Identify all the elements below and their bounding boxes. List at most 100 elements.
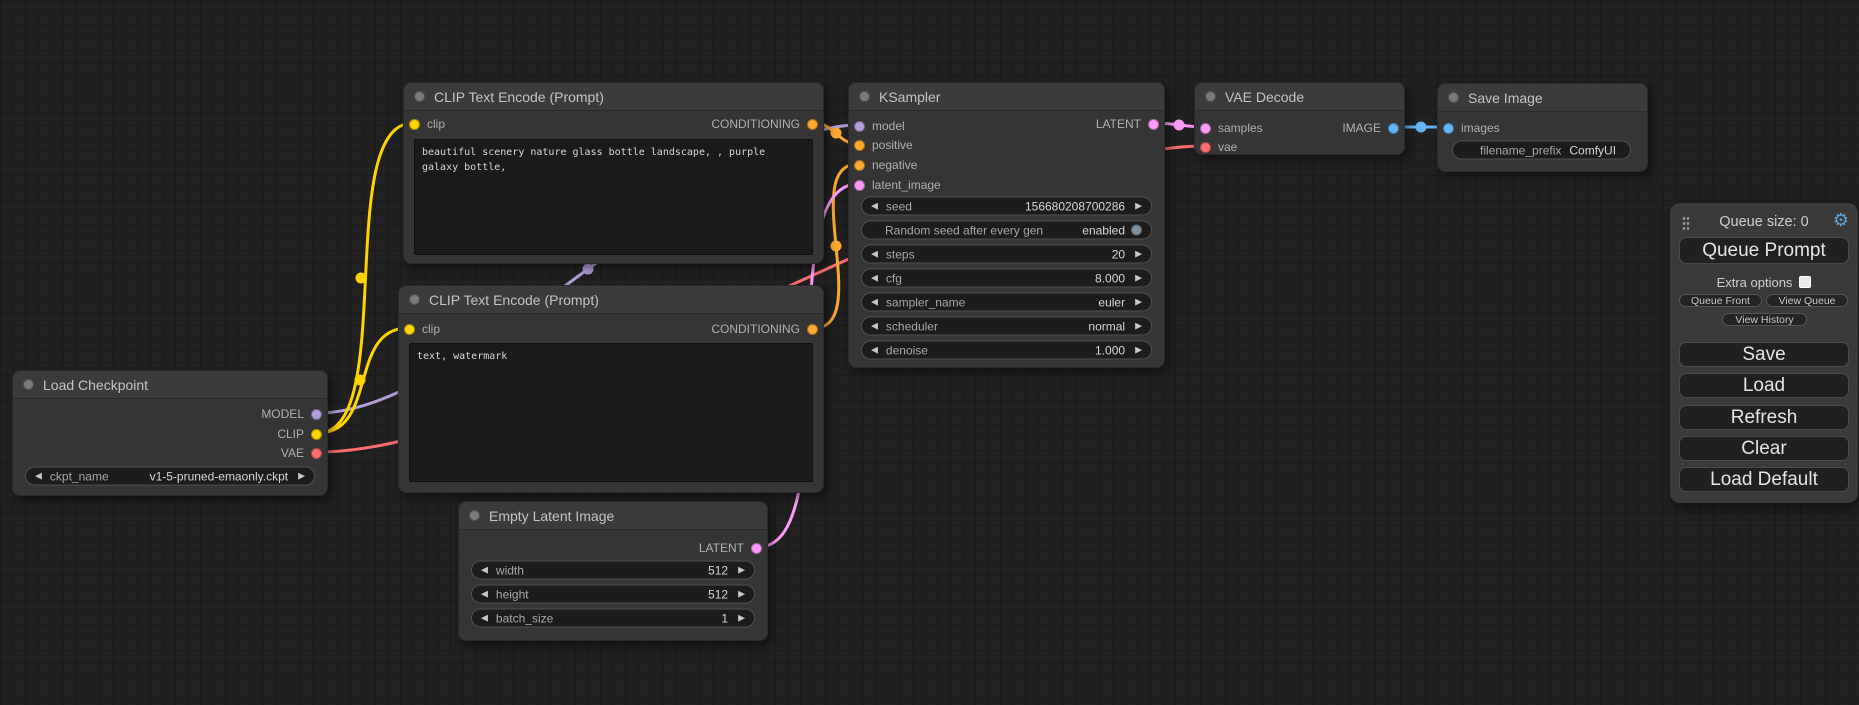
node-title-bar[interactable]: CLIP Text Encode (Prompt) — [399, 286, 823, 314]
stepper-right-arrow-icon[interactable]: ▶ — [1135, 346, 1142, 355]
vae-port-dot[interactable] — [311, 448, 322, 459]
stepper-right-arrow-icon[interactable]: ▶ — [738, 590, 745, 599]
node-vae-decode[interactable]: VAE Decode samples vae IMAGE — [1194, 82, 1405, 155]
input-port-model[interactable]: model — [854, 119, 905, 133]
stepper-right-arrow-icon[interactable]: ▶ — [738, 614, 745, 623]
random-seed-toggle-widget[interactable]: Random seed after every gen enabled — [861, 221, 1152, 240]
model-port-dot[interactable] — [854, 121, 865, 132]
queue-prompt-button[interactable]: Queue Prompt — [1679, 237, 1849, 264]
clip-port-dot[interactable] — [409, 119, 420, 130]
collapse-dot[interactable] — [409, 294, 420, 305]
node-save-image[interactable]: Save Image images filename_prefix ComfyU… — [1437, 83, 1648, 172]
input-port-negative[interactable]: negative — [854, 158, 917, 172]
toggle-dot[interactable] — [1131, 225, 1142, 236]
latent-port-dot[interactable] — [854, 180, 865, 191]
stepper-left-arrow-icon[interactable]: ◀ — [871, 202, 878, 211]
collapse-dot[interactable] — [23, 379, 34, 390]
ckpt-name-widget[interactable]: ◀ ckpt_name v1-5-pruned-emaonly.ckpt ▶ — [25, 467, 315, 486]
prompt-textarea[interactable]: beautiful scenery nature glass bottle la… — [414, 139, 813, 255]
vae-port-dot[interactable] — [1200, 142, 1211, 153]
latent-port-dot[interactable] — [1148, 119, 1159, 130]
save-button[interactable]: Save — [1679, 342, 1849, 367]
collapse-dot[interactable] — [1205, 91, 1216, 102]
node-title-bar[interactable]: Empty Latent Image — [459, 502, 767, 530]
input-port-vae[interactable]: vae — [1200, 140, 1237, 154]
stepper-left-arrow-icon[interactable]: ◀ — [871, 322, 878, 331]
refresh-button[interactable]: Refresh — [1679, 405, 1849, 430]
node-empty-latent-image[interactable]: Empty Latent Image LATENT ◀ width 512 ▶ … — [458, 501, 768, 641]
stepper-left-arrow-icon[interactable]: ◀ — [481, 590, 488, 599]
image-port-dot[interactable] — [1388, 123, 1399, 134]
node-title-bar[interactable]: KSampler — [849, 83, 1164, 111]
input-port-clip[interactable]: clip — [409, 117, 445, 131]
steps-widget[interactable]: ◀ steps 20 ▶ — [861, 245, 1152, 264]
load-button[interactable]: Load — [1679, 373, 1849, 398]
cfg-widget[interactable]: ◀ cfg 8.000 ▶ — [861, 269, 1152, 288]
node-title-bar[interactable]: Load Checkpoint — [13, 371, 327, 399]
output-port-vae[interactable]: VAE — [281, 446, 322, 460]
width-widget[interactable]: ◀ width 512 ▶ — [471, 561, 755, 580]
collapse-dot[interactable] — [859, 91, 870, 102]
stepper-left-arrow-icon[interactable]: ◀ — [871, 298, 878, 307]
input-port-positive[interactable]: positive — [854, 138, 913, 152]
node-title-bar[interactable]: CLIP Text Encode (Prompt) — [404, 83, 823, 111]
input-port-images[interactable]: images — [1443, 121, 1500, 135]
node-clip-text-encode-negative[interactable]: CLIP Text Encode (Prompt) clip CONDITION… — [398, 285, 824, 493]
image-port-dot[interactable] — [1443, 123, 1454, 134]
stepper-left-arrow-icon[interactable]: ◀ — [871, 274, 878, 283]
height-widget[interactable]: ◀ height 512 ▶ — [471, 585, 755, 604]
stepper-right-arrow-icon[interactable]: ▶ — [298, 472, 305, 481]
sampler-name-widget[interactable]: ◀ sampler_name euler ▶ — [861, 293, 1152, 312]
gear-icon[interactable]: ⚙ — [1833, 211, 1849, 229]
model-port-dot[interactable] — [311, 409, 322, 420]
clip-port-dot[interactable] — [311, 429, 322, 440]
stepper-left-arrow-icon[interactable]: ◀ — [871, 250, 878, 259]
output-port-conditioning[interactable]: CONDITIONING — [711, 322, 818, 336]
node-ksampler[interactable]: KSampler LATENT model positive negative … — [848, 82, 1165, 368]
view-queue-button[interactable]: View Queue — [1766, 294, 1848, 307]
output-port-clip[interactable]: CLIP — [277, 427, 322, 441]
latent-port-dot[interactable] — [1200, 123, 1211, 134]
collapse-dot[interactable] — [414, 91, 425, 102]
conditioning-port-dot[interactable] — [854, 140, 865, 151]
conditioning-port-dot[interactable] — [807, 324, 818, 335]
stepper-right-arrow-icon[interactable]: ▶ — [1135, 322, 1142, 331]
load-default-button[interactable]: Load Default — [1679, 467, 1849, 492]
prompt-textarea[interactable]: text, watermark — [409, 343, 813, 482]
stepper-right-arrow-icon[interactable]: ▶ — [738, 566, 745, 575]
input-port-latent-image[interactable]: latent_image — [854, 178, 941, 192]
stepper-right-arrow-icon[interactable]: ▶ — [1135, 274, 1142, 283]
stepper-left-arrow-icon[interactable]: ◀ — [481, 614, 488, 623]
stepper-left-arrow-icon[interactable]: ◀ — [35, 472, 42, 481]
stepper-right-arrow-icon[interactable]: ▶ — [1135, 250, 1142, 259]
input-port-samples[interactable]: samples — [1200, 121, 1263, 135]
queue-front-button[interactable]: Queue Front — [1679, 294, 1762, 307]
output-port-conditioning[interactable]: CONDITIONING — [711, 117, 818, 131]
node-clip-text-encode-positive[interactable]: CLIP Text Encode (Prompt) clip CONDITION… — [403, 82, 824, 264]
input-port-clip[interactable]: clip — [404, 322, 440, 336]
stepper-right-arrow-icon[interactable]: ▶ — [1135, 202, 1142, 211]
batch-size-widget[interactable]: ◀ batch_size 1 ▶ — [471, 609, 755, 628]
seed-widget[interactable]: ◀ seed 156680208700286 ▶ — [861, 197, 1152, 216]
filename-prefix-widget[interactable]: filename_prefix ComfyUI — [1452, 141, 1631, 160]
clear-button[interactable]: Clear — [1679, 436, 1849, 461]
extra-options-checkbox[interactable] — [1799, 276, 1811, 288]
node-title-bar[interactable]: VAE Decode — [1195, 83, 1404, 111]
node-title-bar[interactable]: Save Image — [1438, 84, 1647, 112]
comfyui-canvas[interactable]: { "icons": { "left_arrow": "◀", "right_a… — [0, 0, 1859, 705]
denoise-widget[interactable]: ◀ denoise 1.000 ▶ — [861, 341, 1152, 360]
stepper-right-arrow-icon[interactable]: ▶ — [1135, 298, 1142, 307]
output-port-latent[interactable]: LATENT — [699, 541, 762, 555]
output-port-latent[interactable]: LATENT — [1096, 117, 1159, 131]
scheduler-widget[interactable]: ◀ scheduler normal ▶ — [861, 317, 1152, 336]
conditioning-port-dot[interactable] — [854, 160, 865, 171]
output-port-model[interactable]: MODEL — [261, 407, 322, 421]
latent-port-dot[interactable] — [751, 543, 762, 554]
conditioning-port-dot[interactable] — [807, 119, 818, 130]
node-load-checkpoint[interactable]: Load Checkpoint MODEL CLIP VAE ◀ ckpt_na… — [12, 370, 328, 496]
view-history-button[interactable]: View History — [1722, 313, 1807, 326]
collapse-dot[interactable] — [1448, 92, 1459, 103]
stepper-left-arrow-icon[interactable]: ◀ — [871, 346, 878, 355]
clip-port-dot[interactable] — [404, 324, 415, 335]
stepper-left-arrow-icon[interactable]: ◀ — [481, 566, 488, 575]
